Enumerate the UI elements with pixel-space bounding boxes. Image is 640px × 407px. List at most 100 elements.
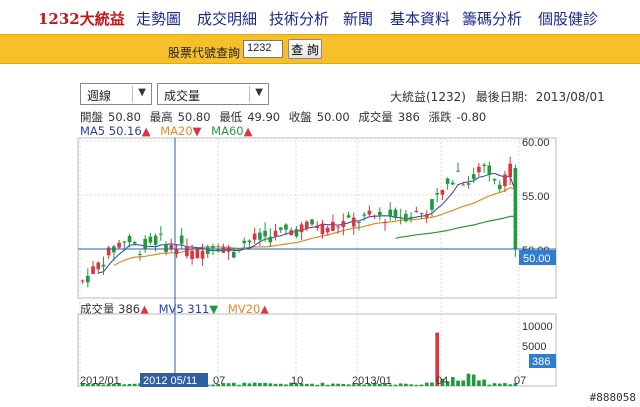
candle-body <box>91 266 95 274</box>
candle-body <box>461 184 466 186</box>
price-tick-60: 60.00 <box>522 137 550 149</box>
x-tick-07: 07 <box>213 375 225 387</box>
candle-body <box>393 209 398 218</box>
candle-body <box>101 264 106 267</box>
volume-bar <box>450 377 455 386</box>
volume-bar <box>346 384 351 386</box>
volume-bar <box>284 384 288 386</box>
x-tick-2012-01: 2012/01 <box>80 375 120 387</box>
candle-body <box>310 219 314 225</box>
volume-bar <box>320 382 325 386</box>
volume-bar <box>492 383 497 386</box>
candle-body <box>200 250 205 259</box>
grid-layer <box>78 138 556 386</box>
candle-body <box>351 217 356 227</box>
candle-body <box>226 247 231 252</box>
candle-body <box>377 211 382 216</box>
candle-body <box>278 227 283 230</box>
candle-layer <box>80 156 518 288</box>
candle-body <box>231 251 236 258</box>
volume-bar <box>331 383 335 386</box>
volume-tick-5000: 5000 <box>522 341 546 353</box>
candle-body <box>466 183 471 185</box>
candle-body <box>440 190 445 195</box>
candle-body <box>117 242 121 248</box>
candle-body <box>482 164 486 166</box>
volume-bar <box>487 384 492 386</box>
candle-body <box>195 249 200 259</box>
watermark: #888058 <box>589 391 636 404</box>
candle-body <box>247 240 252 243</box>
x-tick-04: 04 <box>436 375 448 387</box>
volume-tick-10000: 10000 <box>522 321 553 333</box>
volume-bar <box>497 383 502 386</box>
candle-body <box>143 239 148 249</box>
candle-body <box>487 165 492 175</box>
candle-body <box>477 166 481 173</box>
candle-body <box>497 184 502 190</box>
volume-bar <box>409 384 413 386</box>
candle-body <box>294 229 299 237</box>
x-tick-10: 10 <box>291 375 303 387</box>
candle-body <box>492 178 497 181</box>
volume-bar <box>325 384 330 386</box>
candle-body <box>258 232 262 240</box>
candle-body <box>263 230 267 237</box>
candle-body <box>211 246 215 249</box>
candle-body <box>153 235 158 245</box>
candle-body <box>372 215 377 217</box>
volume-bar <box>482 379 486 386</box>
candle-body <box>445 178 450 184</box>
x-tick-07b: 07 <box>514 375 526 387</box>
candle-body <box>508 163 513 177</box>
candle-body <box>273 230 278 237</box>
candle-body <box>138 254 142 256</box>
volume-bar <box>419 384 424 386</box>
volume-bar <box>231 382 236 386</box>
volume-bar <box>471 374 476 386</box>
candle-body <box>185 246 189 257</box>
candle-body <box>148 236 153 243</box>
candle-body <box>398 217 403 219</box>
candle-body <box>404 213 408 222</box>
candle-body <box>414 210 419 213</box>
volume-bar <box>393 384 398 386</box>
volume-bar <box>273 383 278 386</box>
candle-body <box>362 214 367 216</box>
volume-bar <box>127 383 132 386</box>
volume-bar <box>456 380 460 386</box>
volume-bar <box>341 383 346 386</box>
candle-body <box>304 221 309 229</box>
candle-body <box>367 210 372 215</box>
volume-bar <box>258 383 262 386</box>
candle-body <box>336 226 340 228</box>
candle-body <box>242 240 247 244</box>
volume-bar <box>404 383 408 386</box>
candlestick-chart[interactable]: 60.00 55.00 50.00 50.00 10000 5000 386 2… <box>0 0 640 407</box>
volume-bar <box>132 383 137 386</box>
candle-body <box>513 168 518 249</box>
volume-bar <box>508 384 513 386</box>
crosshair-date-tag-text: 2012 05/11 <box>143 375 197 387</box>
candle-body <box>471 174 476 179</box>
candle-body <box>419 213 424 215</box>
volume-bar <box>466 373 471 386</box>
volume-bar <box>247 383 252 386</box>
candle-body <box>409 216 413 218</box>
candle-body <box>503 174 507 187</box>
candle-body <box>237 249 241 251</box>
candle-body <box>320 223 325 235</box>
candle-body <box>383 222 387 224</box>
candle-body <box>96 262 101 270</box>
volume-bar <box>252 382 257 386</box>
candle-body <box>179 235 184 244</box>
volume-bar <box>304 383 309 386</box>
candle-body <box>388 209 393 217</box>
candle-body <box>252 233 257 240</box>
candle-body <box>424 214 429 218</box>
volume-bar <box>268 383 273 386</box>
candle-body <box>268 236 273 243</box>
volume-bar <box>398 383 403 386</box>
candle-body <box>205 247 210 254</box>
candle-body <box>341 221 346 228</box>
